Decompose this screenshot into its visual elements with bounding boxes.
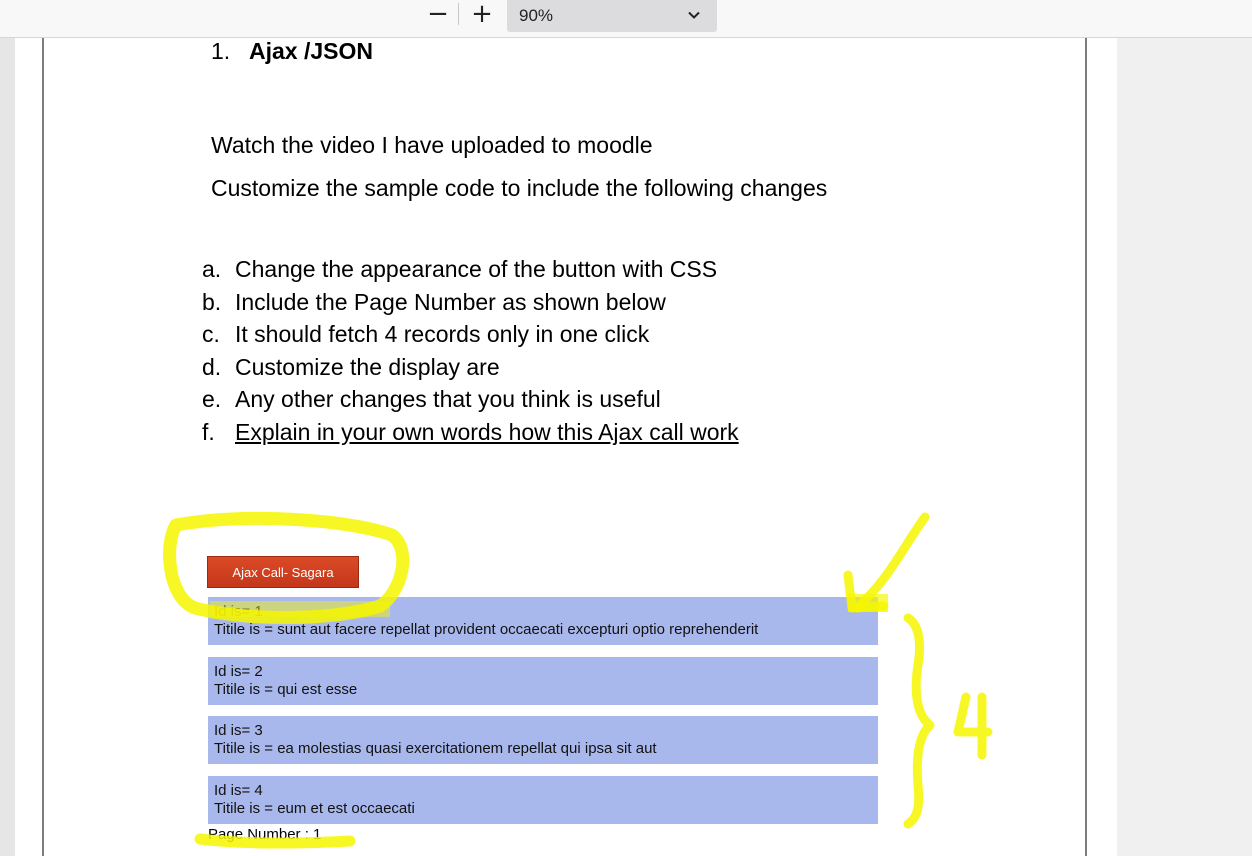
record-title: Titile is = eum et est occaecati bbox=[214, 800, 415, 817]
list-item-text: Include the Page Number as shown below bbox=[235, 288, 666, 315]
record-id: Id is= 4 bbox=[214, 782, 263, 799]
heading-number: 1. bbox=[211, 38, 231, 64]
record-card: Id is= 2 Titile is = qui est esse bbox=[208, 657, 878, 705]
toolbar-divider bbox=[458, 3, 459, 25]
page-number-label: Page Number : 1 bbox=[208, 826, 322, 843]
zoom-value: 90% bbox=[519, 6, 554, 25]
record-card: Id is= 3 Titile is = ea molestias quasi … bbox=[208, 716, 878, 764]
record-card: Id is= 4 Titile is = eum et est occaecat… bbox=[208, 776, 878, 824]
list-item: e. Any other changes that you think is us… bbox=[202, 386, 739, 419]
section-heading: 1. Ajax /JSON bbox=[211, 38, 373, 65]
list-item: b. Include the Page Number as shown below bbox=[202, 289, 739, 322]
record-id: Id is= 2 bbox=[214, 663, 263, 680]
list-item: c. It should fetch 4 records only in one … bbox=[202, 321, 739, 354]
list-marker: d. bbox=[202, 353, 222, 380]
viewer-left-margin bbox=[0, 38, 15, 856]
chevron-down-icon bbox=[688, 11, 700, 19]
ajax-call-button: Ajax Call- Sagara bbox=[207, 556, 359, 588]
zoom-out-button[interactable]: − bbox=[423, 0, 453, 29]
instruction-paragraph: Watch the video I have uploaded to moodl… bbox=[211, 132, 653, 158]
list-marker: e. bbox=[202, 386, 222, 412]
list-item: d. Customize the display are bbox=[202, 354, 739, 387]
record-title: Titile is = ea molestias quasi exercitat… bbox=[214, 740, 657, 757]
record-card: Id is= 1 Titile is = sunt aut facere rep… bbox=[208, 597, 878, 645]
record-title: Titile is = qui est esse bbox=[214, 681, 358, 698]
page-border-left bbox=[42, 38, 44, 856]
task-list: a. Change the appearance of the button wi… bbox=[202, 256, 739, 451]
list-item-text: Customize the display are bbox=[235, 353, 500, 380]
viewer-right-margin bbox=[1117, 38, 1252, 856]
list-marker: b. bbox=[202, 288, 222, 315]
list-item: f. Explain in your own words how this Aja… bbox=[202, 419, 739, 452]
instruction-paragraph: Customize the sample code to include the… bbox=[211, 175, 828, 201]
record-id: Id is= 3 bbox=[214, 722, 263, 739]
list-item-text: Any other changes that you think is usef… bbox=[235, 386, 661, 412]
list-item: a. Change the appearance of the button wi… bbox=[202, 256, 739, 289]
zoom-select[interactable]: 90% bbox=[507, 0, 717, 32]
list-item-text: Change the appearance of the button with… bbox=[235, 256, 718, 282]
zoom-in-button[interactable]: + bbox=[467, 0, 497, 29]
heading-text: Ajax /JSON bbox=[249, 38, 373, 64]
list-item-text: It should fetch 4 records only in one cl… bbox=[235, 321, 650, 347]
list-marker: f. bbox=[202, 418, 215, 445]
pdf-toolbar: − + 90% bbox=[0, 0, 1252, 38]
list-marker: a. bbox=[202, 256, 222, 282]
record-title: Titile is = sunt aut facere repellat pro… bbox=[214, 621, 759, 638]
list-marker: c. bbox=[202, 321, 220, 347]
record-id: Id is= 1 bbox=[214, 603, 263, 620]
list-item-text: Explain in your own words how this Ajax … bbox=[235, 418, 739, 445]
page-border-right bbox=[1085, 38, 1087, 856]
